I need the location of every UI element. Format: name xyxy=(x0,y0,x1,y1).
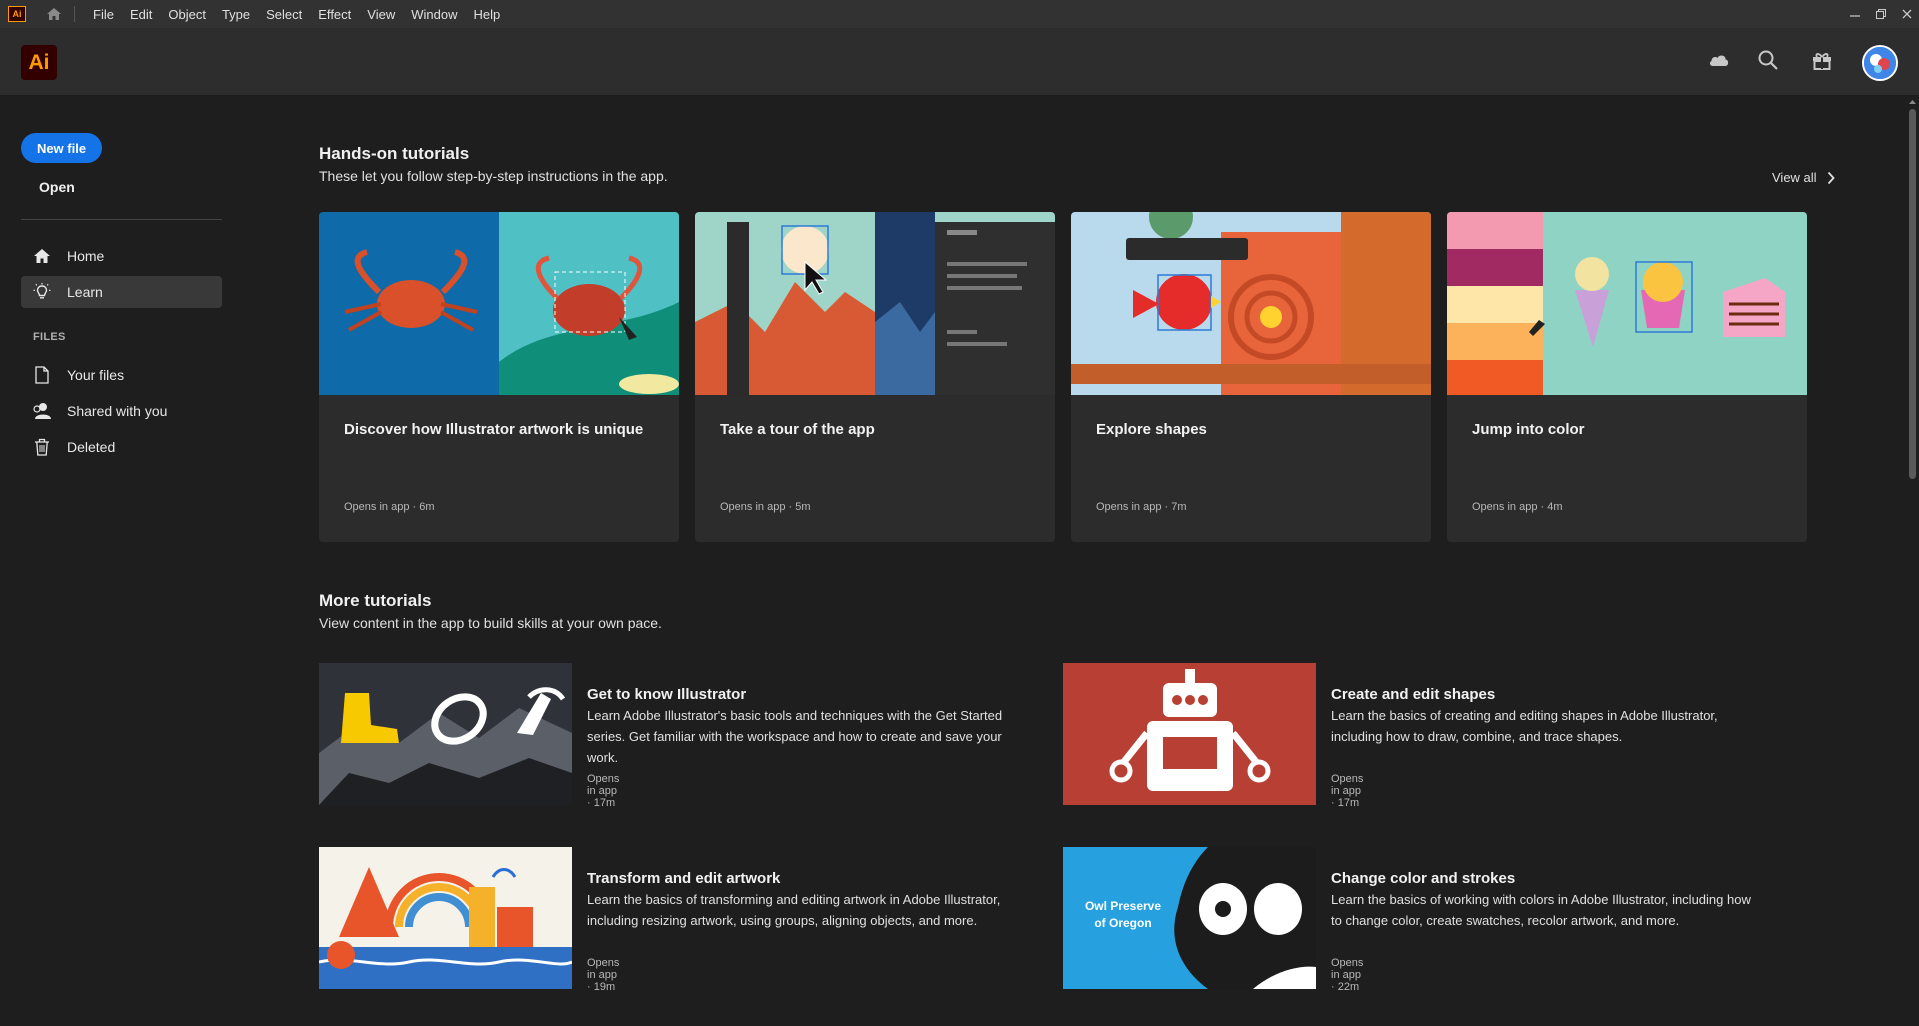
sidebar-item-deleted[interactable]: Deleted xyxy=(21,431,222,463)
sidebar-item-label: Home xyxy=(67,248,105,264)
card-thumbnail xyxy=(319,212,679,395)
tutorial-description: Learn the basics of creating and editing… xyxy=(1331,708,1718,744)
sidebar-divider xyxy=(21,219,222,220)
tutorial-meta: Opens in app · 17m xyxy=(587,773,620,809)
trash-icon xyxy=(32,438,52,456)
menu-help[interactable]: Help xyxy=(465,0,508,28)
restore-icon[interactable] xyxy=(1875,8,1887,20)
chevron-right-icon xyxy=(1827,171,1835,185)
view-all-link[interactable]: View all xyxy=(1772,170,1835,185)
tutorial-card-shapes[interactable]: Explore shapes Opens in app · 7m xyxy=(1071,212,1431,542)
new-file-button[interactable]: New file xyxy=(21,133,102,163)
tutorial-meta: Opens in app · 22m xyxy=(1331,957,1364,993)
sidebar-item-shared[interactable]: Shared with you xyxy=(21,395,222,427)
tutorial-card-color[interactable]: Jump into color Opens in app · 4m xyxy=(1447,212,1807,542)
window-controls xyxy=(1849,0,1913,28)
card-meta: Opens in app · 6m xyxy=(344,501,435,513)
close-icon[interactable] xyxy=(1901,8,1913,20)
home-mini-icon[interactable] xyxy=(46,7,62,21)
sidebar-item-label: Deleted xyxy=(67,439,116,455)
open-button[interactable]: Open xyxy=(39,179,75,195)
files-section-label: FILES xyxy=(33,331,66,343)
owl-logo-line1: Owl Preserve xyxy=(1085,899,1161,913)
minimize-icon[interactable] xyxy=(1849,8,1861,20)
more-tutorials-title: More tutorials xyxy=(319,591,432,610)
card-title: Discover how Illustrator artwork is uniq… xyxy=(344,421,644,438)
tutorial-thumbnail: Owl Preserve of Oregon xyxy=(1063,847,1316,989)
card-thumbnail xyxy=(695,212,1055,395)
view-all-label: View all xyxy=(1772,170,1817,185)
menu-file[interactable]: File xyxy=(85,0,122,28)
card-thumbnail xyxy=(1071,212,1431,395)
menu-window[interactable]: Window xyxy=(403,0,465,28)
app-icon[interactable]: Ai xyxy=(8,6,26,22)
tutorial-thumbnail xyxy=(319,663,572,805)
card-meta: Opens in app · 5m xyxy=(720,501,811,513)
hands-on-subtitle: These let you follow step-by-step instru… xyxy=(319,168,668,184)
tutorial-description: Learn Adobe Illustrator's basic tools an… xyxy=(587,708,1003,765)
lightbulb-icon xyxy=(32,283,52,301)
tutorial-title: Get to know Illustrator xyxy=(587,686,747,703)
sidebar-item-label: Shared with you xyxy=(67,403,168,419)
file-icon xyxy=(32,366,52,384)
hands-on-title: Hands-on tutorials xyxy=(319,144,470,163)
card-thumbnail xyxy=(1447,212,1807,395)
search-icon[interactable] xyxy=(1756,48,1780,72)
illustrator-logo[interactable]: Ai xyxy=(21,45,57,80)
menu-type[interactable]: Type xyxy=(214,0,258,28)
tutorial-title: Transform and edit artwork xyxy=(587,870,781,887)
menu-select[interactable]: Select xyxy=(258,0,310,28)
tutorial-description: Learn the basics of transforming and edi… xyxy=(587,892,1001,928)
tutorial-title: Change color and strokes xyxy=(1331,870,1516,887)
scrollbar-thumb[interactable] xyxy=(1909,109,1916,479)
sidebar-item-label: Your files xyxy=(67,367,125,383)
menu-edit[interactable]: Edit xyxy=(122,0,160,28)
gift-icon[interactable] xyxy=(1810,48,1834,72)
sidebar: New file Open Home Learn FILES Your file… xyxy=(0,97,240,1026)
tutorial-description: Learn the basics of working with colors … xyxy=(1331,892,1751,928)
tutorial-card-tour[interactable]: Take a tour of the app Opens in app · 5m xyxy=(695,212,1055,542)
avatar[interactable] xyxy=(1862,45,1898,81)
tutorial-thumbnail xyxy=(319,847,572,989)
more-tutorials-subtitle: View content in the app to build skills … xyxy=(319,615,662,631)
menu-bar: Ai File Edit Object Type Select Effect V… xyxy=(0,0,1919,28)
scrollbar[interactable] xyxy=(1906,97,1919,1026)
card-title: Jump into color xyxy=(1472,421,1585,438)
owl-logo-line2: of Oregon xyxy=(1094,916,1151,930)
shared-user-icon xyxy=(32,402,52,420)
card-title: Take a tour of the app xyxy=(720,421,875,438)
app-header: Ai xyxy=(0,28,1919,96)
menu-object[interactable]: Object xyxy=(160,0,214,28)
card-meta: Opens in app · 7m xyxy=(1096,501,1187,513)
tutorial-thumbnail xyxy=(1063,663,1316,805)
tutorial-card-discover[interactable]: Discover how Illustrator artwork is uniq… xyxy=(319,212,679,542)
cloud-icon[interactable] xyxy=(1707,48,1731,72)
menu-separator xyxy=(74,6,75,22)
sidebar-item-learn[interactable]: Learn xyxy=(21,276,222,308)
menu-view[interactable]: View xyxy=(359,0,403,28)
tutorial-meta: Opens in app · 19m xyxy=(587,957,620,993)
sidebar-item-your-files[interactable]: Your files xyxy=(21,359,222,391)
menu-effect[interactable]: Effect xyxy=(310,0,359,28)
sidebar-item-label: Learn xyxy=(67,284,103,300)
card-meta: Opens in app · 4m xyxy=(1472,501,1563,513)
tutorial-title: Create and edit shapes xyxy=(1331,686,1496,703)
tutorial-meta: Opens in app · 17m xyxy=(1331,773,1364,809)
home-icon xyxy=(32,248,52,264)
card-title: Explore shapes xyxy=(1096,421,1207,438)
sidebar-item-home[interactable]: Home xyxy=(21,240,222,272)
